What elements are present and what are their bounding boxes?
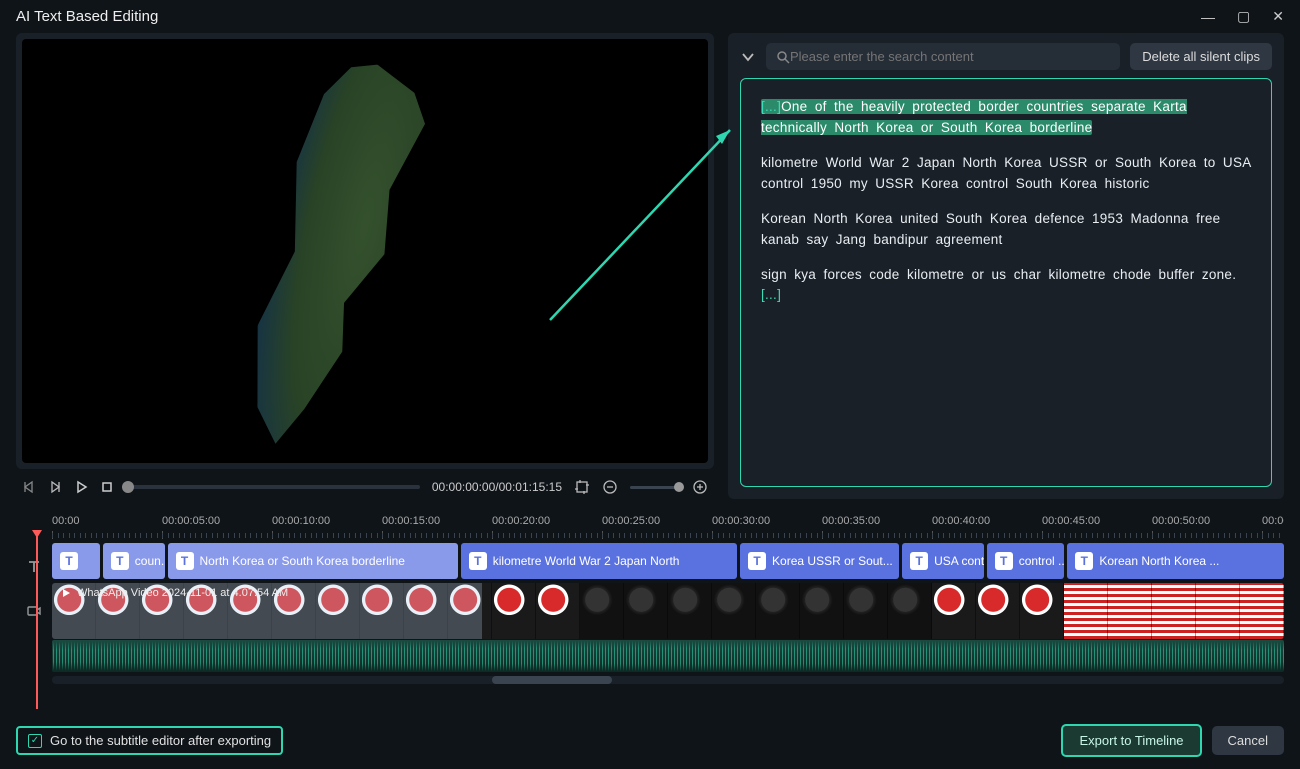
delete-silent-button[interactable]: Delete all silent clips	[1130, 43, 1272, 70]
chevron-down-icon[interactable]	[740, 49, 756, 65]
caption-clip[interactable]: Tcoun...	[103, 543, 165, 579]
transcript-line-2[interactable]: kilometre World War 2 Japan North Korea …	[761, 153, 1251, 195]
subtitle-option-label: Go to the subtitle editor after exportin…	[50, 733, 271, 748]
transcript-line-1[interactable]: One of the heavily protected border coun…	[761, 99, 1187, 135]
player-controls: 00:00:00:00/00:01:15:15	[16, 469, 714, 499]
text-icon: T	[748, 552, 766, 570]
cancel-button[interactable]: Cancel	[1212, 726, 1284, 755]
caption-clip-label: USA cont...	[934, 554, 984, 568]
caption-clip-label: coun...	[135, 554, 165, 568]
caption-clip-label: Korean North Korea ...	[1099, 554, 1219, 568]
seek-bar[interactable]	[126, 485, 420, 489]
text-icon: T	[111, 552, 129, 570]
caption-track[interactable]: TTcoun...TNorth Korea or South Korea bor…	[52, 543, 1284, 579]
crop-icon[interactable]	[574, 479, 590, 495]
caption-clip-label: control ...	[1019, 554, 1065, 568]
caption-clip-label: kilometre World War 2 Japan North	[493, 554, 680, 568]
video-thumbnail	[888, 583, 932, 639]
video-track-icon	[26, 603, 42, 619]
text-icon: T	[176, 552, 194, 570]
export-button[interactable]: Export to Timeline	[1061, 724, 1201, 757]
maximize-icon[interactable]: ▢	[1237, 8, 1250, 25]
caption-clip[interactable]: Tcontrol ...	[987, 543, 1065, 579]
video-track[interactable]: WhatsApp Video 2024-11-01 at 4.07.54 AM	[52, 583, 1284, 639]
transcript-line-3[interactable]: Korean North Korea united South Korea de…	[761, 209, 1251, 251]
zoom-in-icon[interactable]	[692, 479, 708, 495]
playhead[interactable]	[36, 534, 38, 709]
caption-clip[interactable]: T Korea USSR or Sout...	[740, 543, 899, 579]
video-thumbnail	[1240, 583, 1284, 639]
video-thumbnail	[536, 583, 580, 639]
text-icon: T	[60, 552, 78, 570]
transcript-ellipsis-end: [...]	[761, 287, 781, 302]
step-back-icon[interactable]	[48, 480, 62, 494]
video-thumbnail	[756, 583, 800, 639]
text-icon: T	[995, 552, 1013, 570]
search-input[interactable]	[790, 49, 1110, 64]
video-thumbnail	[976, 583, 1020, 639]
text-icon: T	[1075, 552, 1093, 570]
video-clip-label: WhatsApp Video 2024-11-01 at 4.07.54 AM	[60, 587, 288, 599]
caption-clip[interactable]: T Korean North Korea ...	[1067, 543, 1284, 579]
time-ruler[interactable]: 00:0000:00:05:0000:00:10:0000:00:15:0000…	[52, 515, 1284, 543]
window-title: AI Text Based Editing	[16, 8, 158, 25]
zoom-out-icon[interactable]	[602, 479, 618, 495]
video-thumbnail	[712, 583, 756, 639]
search-icon	[776, 50, 790, 64]
timeline-scrollbar[interactable]	[52, 676, 1284, 684]
audio-track[interactable]	[52, 640, 1284, 672]
zoom-slider[interactable]	[630, 486, 680, 489]
search-box[interactable]	[766, 43, 1120, 70]
video-thumbnail	[580, 583, 624, 639]
transcript-text[interactable]: [...]One of the heavily protected border…	[740, 78, 1272, 487]
video-thumbnail	[1064, 583, 1108, 639]
video-thumbnail	[1108, 583, 1152, 639]
video-thumbnail	[1196, 583, 1240, 639]
video-thumbnail	[668, 583, 712, 639]
video-thumbnail	[800, 583, 844, 639]
caption-clip-label: Korea USSR or Sout...	[772, 554, 893, 568]
play-icon[interactable]	[74, 480, 88, 494]
close-icon[interactable]: ✕	[1272, 8, 1284, 25]
caption-clip[interactable]: T	[52, 543, 100, 579]
titlebar: AI Text Based Editing — ▢ ✕	[0, 0, 1300, 33]
caption-clip[interactable]: T USA cont...	[902, 543, 984, 579]
video-thumbnail	[1152, 583, 1196, 639]
video-thumbnail	[844, 583, 888, 639]
timeline: 00:0000:00:05:0000:00:10:0000:00:15:0000…	[0, 507, 1300, 718]
timecode: 00:00:00:00/00:01:15:15	[432, 480, 562, 494]
checkbox-icon[interactable]: ✓	[28, 734, 42, 748]
subtitle-editor-option[interactable]: ✓ Go to the subtitle editor after export…	[16, 726, 283, 755]
transcript-panel: Delete all silent clips [...]One of the …	[728, 33, 1284, 499]
preview-panel	[16, 33, 714, 469]
caption-clip[interactable]: Tkilometre World War 2 Japan North	[461, 543, 737, 579]
footer: ✓ Go to the subtitle editor after export…	[0, 718, 1300, 769]
video-thumbnail	[1020, 583, 1064, 639]
text-icon: T	[469, 552, 487, 570]
video-thumbnail	[932, 583, 976, 639]
preview-frame-image	[233, 52, 522, 463]
video-preview[interactable]	[22, 39, 708, 463]
video-thumbnail	[624, 583, 668, 639]
text-track-icon	[26, 559, 42, 575]
waveform	[52, 640, 1284, 672]
caption-clip[interactable]: T North Korea or South Korea borderline	[168, 543, 458, 579]
window-controls: — ▢ ✕	[1201, 8, 1284, 25]
text-icon: T	[910, 552, 928, 570]
caption-clip-label: North Korea or South Korea borderline	[200, 554, 405, 568]
minimize-icon[interactable]: —	[1201, 9, 1215, 25]
transcript-ellipsis-start: [...]	[761, 99, 781, 114]
transcript-line-4[interactable]: sign kya forces code kilometre or us cha…	[761, 267, 1236, 282]
video-thumbnail	[492, 583, 536, 639]
stop-icon[interactable]	[100, 480, 114, 494]
prev-frame-icon[interactable]	[22, 480, 36, 494]
